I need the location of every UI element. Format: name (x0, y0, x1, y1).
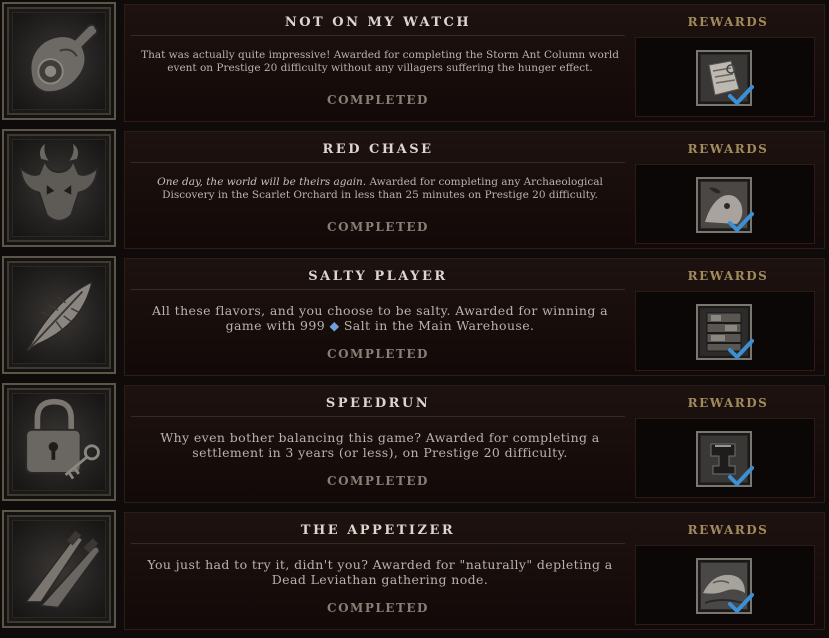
achievement-title: RED CHASE (322, 142, 434, 157)
title-divider (131, 543, 625, 544)
achievement-description: All these flavors, and you choose to be … (141, 303, 619, 333)
reward-item[interactable] (696, 431, 754, 487)
achievement-description: Why even bother balancing this game? Awa… (160, 430, 600, 460)
achievement-panel: RED CHASE One day, the world will be the… (124, 131, 825, 249)
checkmark-icon (728, 212, 754, 232)
rewards-label: REWARDS (687, 396, 769, 410)
achievement-description: That was actually quite impressive! Awar… (141, 49, 619, 74)
reward-box (635, 418, 815, 498)
achievement-icon-frame (2, 2, 116, 120)
meat-ham-icon (29, 23, 99, 94)
rewards-label: REWARDS (687, 142, 769, 156)
reward-item[interactable] (696, 558, 754, 614)
checkmark-icon (728, 339, 754, 359)
achievement-icon-frame (2, 383, 116, 501)
status-completed: COMPLETED (327, 474, 429, 488)
achievement-title: THE APPETIZER (300, 523, 456, 538)
achievement-title: NOT ON MY WATCH (284, 15, 472, 30)
description-text: Salt in the Main Warehouse. (343, 318, 535, 333)
achievement-title: SPEEDRUN (325, 396, 431, 411)
achievement-panel: NOT ON MY WATCH That was actually quite … (124, 4, 825, 122)
crossed-knives-icon (24, 530, 101, 609)
reward-box (635, 291, 815, 371)
checkmark-icon (728, 85, 754, 105)
title-divider (131, 289, 625, 290)
achievement-row: RED CHASE One day, the world will be the… (0, 127, 829, 253)
checkmark-icon (728, 466, 754, 486)
achievement-panel: SPEEDRUN Why even bother balancing this … (124, 385, 825, 503)
achievement-panel: SALTY PLAYER All these flavors, and you … (124, 258, 825, 376)
achievement-description: One day, the world will be theirs again.… (141, 176, 619, 202)
achievement-row: SALTY PLAYER All these flavors, and you … (0, 254, 829, 380)
reward-box (635, 37, 815, 117)
achievement-panel: THE APPETIZER You just had to try it, di… (124, 512, 825, 630)
status-completed: COMPLETED (327, 601, 429, 615)
reward-item[interactable] (696, 177, 754, 233)
status-completed: COMPLETED (327, 347, 429, 361)
feather-icon (26, 280, 93, 352)
achievement-icon-frame (2, 510, 116, 628)
reward-box (635, 164, 815, 244)
reward-item[interactable] (696, 50, 754, 106)
achievement-icon-frame (2, 256, 116, 374)
title-divider (131, 162, 625, 163)
reward-box (635, 545, 815, 625)
title-divider (131, 35, 625, 36)
achievement-icon-frame (2, 129, 116, 247)
reward-item[interactable] (696, 304, 754, 360)
rewards-label: REWARDS (687, 269, 769, 283)
flavor-text: One day, the world will be theirs again. (157, 176, 367, 188)
horned-demon-mask-icon (19, 143, 99, 222)
status-completed: COMPLETED (327, 220, 429, 234)
title-divider (131, 416, 625, 417)
status-completed: COMPLETED (327, 93, 429, 107)
achievement-row: NOT ON MY WATCH That was actually quite … (0, 0, 829, 126)
achievement-description: You just had to try it, didn't you? Awar… (147, 557, 613, 587)
rewards-label: REWARDS (687, 523, 769, 537)
salt-crystal-icon: ◆ (329, 318, 340, 333)
padlock-key-icon (25, 398, 100, 480)
achievement-row: THE APPETIZER You just had to try it, di… (0, 508, 829, 634)
checkmark-icon (728, 593, 754, 613)
rewards-label: REWARDS (687, 15, 769, 29)
achievement-row: SPEEDRUN Why even bother balancing this … (0, 381, 829, 507)
achievement-title: SALTY PLAYER (308, 269, 448, 284)
